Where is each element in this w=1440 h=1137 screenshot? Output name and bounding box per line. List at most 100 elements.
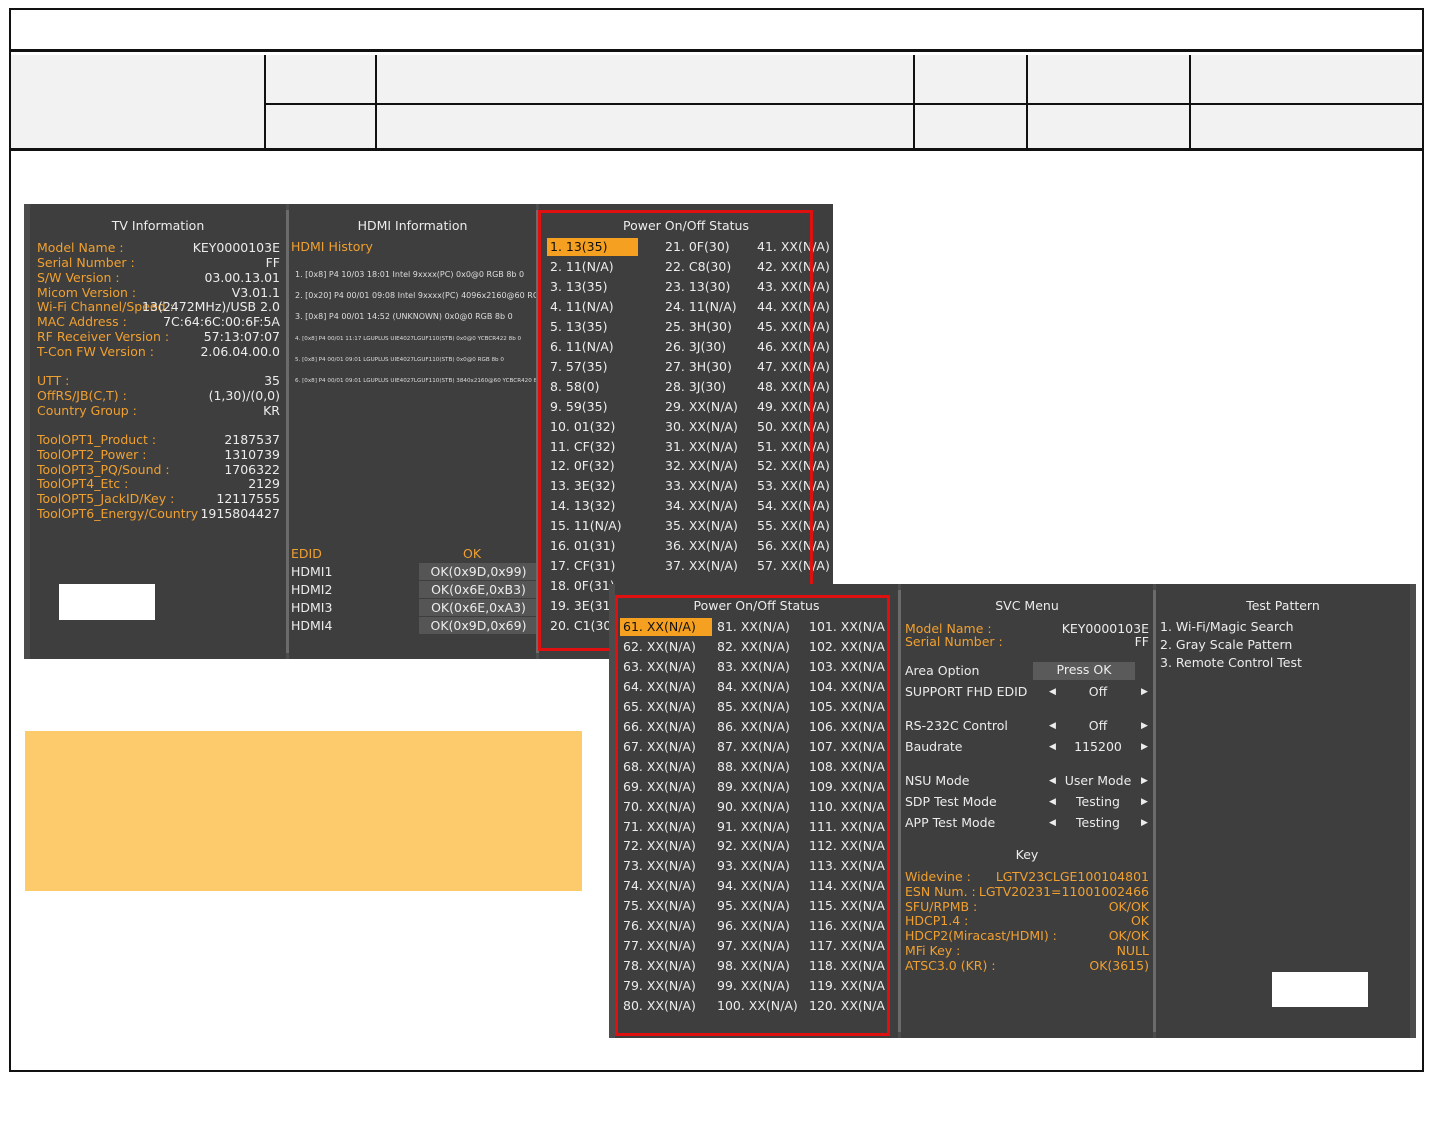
hdmi-port-name: HDMI4 [291, 618, 333, 633]
hdmi-history-item: 4. [0x8] P4 00/01 11:17 LGUPLUS UIE4027L… [295, 336, 522, 342]
svc-key-value: LGTV20231=11001002466 [978, 883, 1149, 899]
svc-setting-value[interactable]: User Mode [1056, 774, 1140, 788]
left-arrow-icon[interactable]: ◀ [1049, 721, 1056, 731]
tv-info-row: ToolOPT2_Power : 1310739 [37, 448, 286, 462]
hdmi-port-edid-value: OK(0x6E,0xA3) [419, 599, 538, 616]
header-table-row [11, 55, 1422, 151]
tv-info-value: 35 [264, 373, 280, 388]
tv-info-value: KEY0000103E [192, 240, 280, 255]
area-option-label: Area Option [905, 663, 980, 678]
tv-info-row: ToolOPT1_Product : 2187537 [37, 433, 286, 447]
left-arrow-icon[interactable]: ◀ [1049, 687, 1056, 697]
test-pattern-item[interactable]: 3. Remote Control Test [1160, 656, 1302, 670]
tv-info-row: ToolOPT3_PQ/Sound : 1706322 [37, 463, 286, 477]
svc-key-value: OK/OK [1108, 928, 1149, 944]
svc-setting-label: APP Test Mode [905, 815, 996, 830]
tv-info-row: MAC Address : 7C:64:6C:00:6F:5A [37, 315, 286, 329]
redaction-box-2 [1272, 972, 1368, 1007]
tv-info-label: OffRS/JB(C,T) : [37, 388, 127, 403]
tv-info-row: Model Name : KEY0000103E [37, 241, 286, 255]
hdmi-port-edid-value: OK(0x9D,0x69) [419, 617, 538, 634]
right-arrow-icon[interactable]: ▶ [1141, 776, 1148, 786]
tv-info-label: Serial Number : [37, 255, 135, 270]
svc-setting-label: SUPPORT FHD EDID [905, 684, 1028, 699]
svc-setting-label: NSU Mode [905, 773, 970, 788]
tv-info-value: FF [265, 255, 280, 270]
tv-info-value: 12117555 [216, 491, 280, 506]
tv-info-row: UTT : 35 [37, 374, 286, 388]
hdmi-port-name: HDMI1 [291, 564, 333, 579]
tv-info-label: T-Con FW Version : [37, 344, 154, 359]
tv-info-row: OffRS/JB(C,T) : (1,30)/(0,0) [37, 389, 286, 403]
test-pattern-item[interactable]: 2. Gray Scale Pattern [1160, 638, 1292, 652]
service-screen-2: Power On/Off Status 61. XX(N/A) 62. XX(N/… [609, 584, 1416, 1038]
header-title-row [11, 10, 1422, 52]
tv-info-row: RF Receiver Version : 57:13:07:07 [37, 330, 286, 344]
svc-key-value: OK/OK [1108, 898, 1149, 914]
svc-setting-value[interactable]: 115200 [1056, 740, 1140, 754]
svc-key-value: LGTV23CLGE100104801 [995, 869, 1149, 884]
test-pattern-title: Test Pattern [1246, 598, 1320, 613]
tv-info-label: ToolOPT5_JackID/Key : [37, 491, 175, 506]
tv-info-row: ToolOPT5_JackID/Key : 12117555 [37, 492, 286, 506]
tv-info-label: ToolOPT6_Energy/Country : [37, 506, 207, 521]
svc-key-label: HDCP2(Miracast/HDMI) : [905, 928, 1057, 944]
tv-info-value: 2.06.04.00.0 [200, 344, 280, 359]
hdmi-port-edid-value: OK(0x9D,0x99) [419, 563, 538, 580]
svc-setting-value[interactable]: Testing [1056, 816, 1140, 830]
tv-info-value: (1,30)/(0,0) [208, 388, 280, 403]
tv-info-label: S/W Version : [37, 270, 120, 285]
svc-key-value: OK [1130, 913, 1149, 929]
edid-label: EDID [291, 546, 322, 561]
hdmi-port-edid-value: OK(0x6E,0xB3) [419, 581, 538, 598]
highlight-box-power-2 [615, 595, 890, 1036]
hdmi-information-panel: HDMI Information HDMI History 1. [0x8] P… [289, 204, 565, 659]
tv-info-row: ToolOPT6_Energy/Country :1915804427 [37, 507, 286, 521]
test-pattern-item[interactable]: 1. Wi-Fi/Magic Search [1160, 620, 1294, 634]
left-arrow-icon[interactable]: ◀ [1049, 818, 1056, 828]
right-arrow-icon[interactable]: ▶ [1141, 721, 1148, 731]
svc-setting-label: SDP Test Mode [905, 794, 997, 809]
left-arrow-icon[interactable]: ◀ [1049, 742, 1056, 752]
tv-info-row: Micom Version : V3.01.1 [37, 286, 286, 300]
hdmi-history-item: 5. [0x8] P4 00/01 09:01 LGUPLUS UIE4027L… [295, 357, 504, 363]
svc-key-value: OK(3615) [1089, 957, 1149, 973]
tv-info-value: 2187537 [224, 432, 280, 447]
svc-key-label: Widevine : [905, 869, 971, 884]
svc-menu-panel: SVC Menu Model Name : KEY0000103E Serial… [901, 584, 1153, 1038]
right-arrow-icon[interactable]: ▶ [1141, 818, 1148, 828]
redaction-box-1 [59, 584, 155, 620]
hdmi-history-item: 2. [0x20] P4 00/01 09:08 Intel 9xxxx(PC)… [295, 291, 565, 300]
svc-key-label: ESN Num. : [905, 883, 976, 899]
right-arrow-icon[interactable]: ▶ [1141, 687, 1148, 697]
tv-info-value: 1915804427 [200, 506, 280, 521]
svc-setting-label: Baudrate [905, 739, 963, 754]
tv-info-label: ToolOPT1_Product : [37, 432, 157, 447]
key-section-title: Key [1015, 847, 1039, 862]
svc-setting-value[interactable]: Testing [1056, 795, 1140, 809]
svc-key-label: SFU/RPMB : [905, 898, 978, 914]
left-arrow-icon[interactable]: ◀ [1049, 776, 1056, 786]
note-box [25, 731, 582, 891]
tv-info-value: 13(2472MHz)/USB 2.0 [142, 299, 280, 314]
tv-info-row: Wi-Fi Channel/Speed :13(2472MHz)/USB 2.0 [37, 300, 286, 314]
tv-info-label: Micom Version : [37, 285, 137, 300]
right-arrow-icon[interactable]: ▶ [1141, 742, 1148, 752]
svc-setting-value[interactable]: Off [1056, 685, 1140, 699]
tv-info-row: S/W Version : 03.00.13.01 [37, 271, 286, 285]
hdmi-port-name: HDMI2 [291, 582, 333, 597]
svc-key-value: NULL [1116, 943, 1149, 958]
area-option-press-ok-button[interactable]: Press OK [1033, 662, 1135, 680]
svc-setting-value[interactable]: Off [1056, 719, 1140, 733]
hdmi-information-title: HDMI Information [357, 218, 468, 233]
right-arrow-icon[interactable]: ▶ [1141, 797, 1148, 807]
tv-info-value: V3.01.1 [231, 285, 280, 300]
tv-info-value: 57:13:07:07 [203, 329, 280, 344]
tv-info-row: Serial Number : FF [37, 256, 286, 270]
tv-info-row: Country Group : KR [37, 404, 286, 418]
test-pattern-panel: Test Pattern 1. Wi-Fi/Magic Search 2. Gra… [1156, 584, 1410, 1038]
svc-serial-value: FF [1134, 634, 1149, 649]
tv-info-label: ToolOPT3_PQ/Sound : [37, 462, 170, 477]
left-arrow-icon[interactable]: ◀ [1049, 797, 1056, 807]
tv-info-value: KR [263, 403, 280, 418]
